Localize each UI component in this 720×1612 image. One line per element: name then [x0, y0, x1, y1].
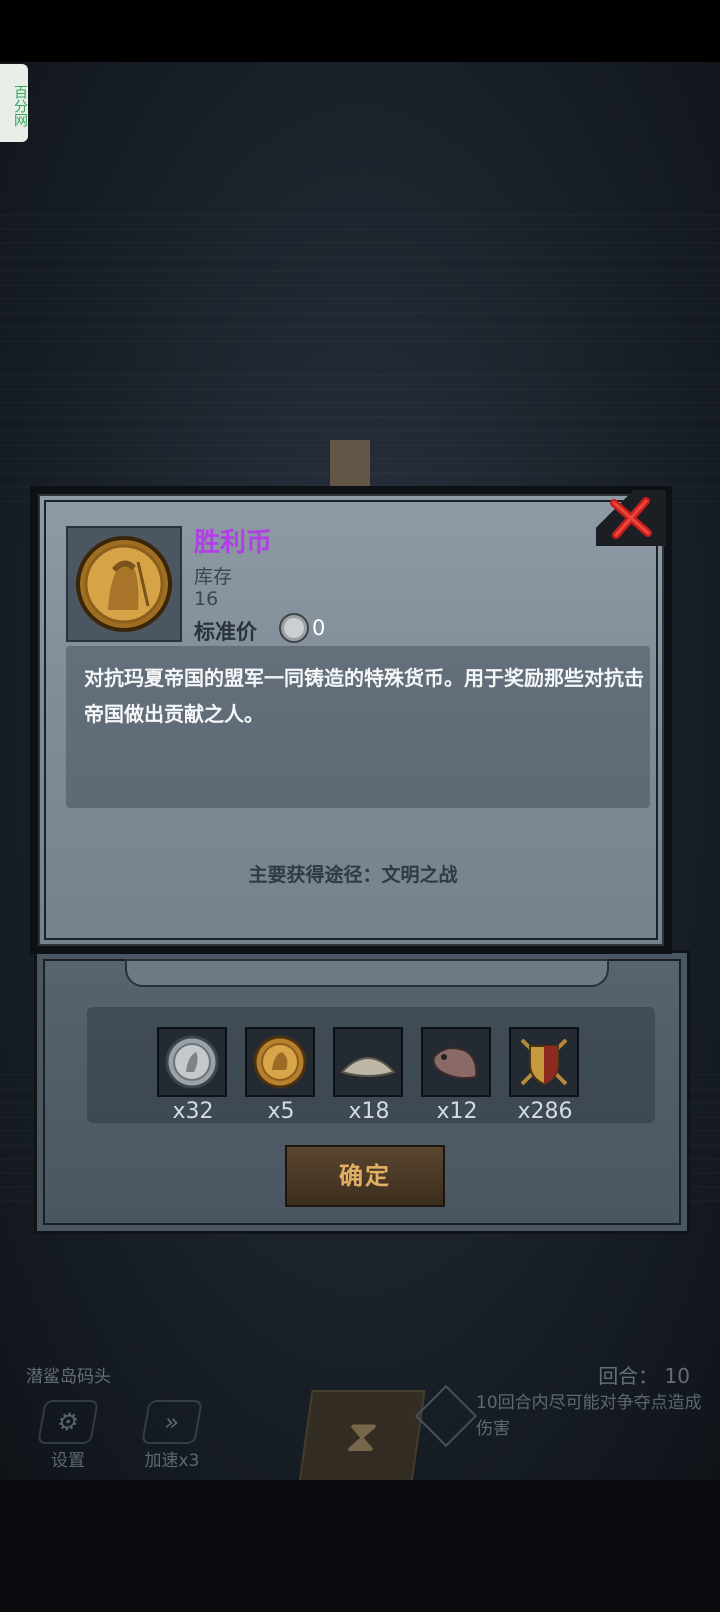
speed-label: 加速x3 — [144, 1451, 200, 1471]
stock-label: 库存 — [194, 566, 233, 588]
reward-panel: x32 x5 x18 x12 x286 确定 — [34, 950, 690, 1234]
dialog-paper: 胜利币 库存 16 标准价 0 对抗玛夏帝国的盟军一同铸造的特殊货币。用于奖励那… — [38, 494, 664, 946]
description-box: 对抗玛夏帝国的盟军一同铸造的特殊货币。用于奖励那些对抗击帝国做出贡献之人。 — [66, 646, 650, 808]
objective-tip: 10回合内尽可能对争夺点造成伤害 — [476, 1393, 702, 1439]
reward-count: x12 — [436, 1099, 478, 1124]
silver-coin-icon — [278, 612, 310, 648]
status-bar-area — [0, 0, 720, 62]
shield-swords-icon — [520, 1038, 568, 1086]
item-description: 对抗玛夏帝国的盟军一同铸造的特殊货币。用于奖励那些对抗击帝国做出贡献之人。 — [84, 666, 644, 726]
settings-label: 设置 — [51, 1451, 85, 1471]
close-icon — [610, 497, 652, 539]
victory-coin-icon — [253, 1035, 307, 1089]
reward-list: x32 x5 x18 x12 x286 — [157, 1027, 581, 1124]
reward-count: x286 — [517, 1099, 573, 1124]
reward-panel-tab — [125, 959, 609, 987]
reward-count: x32 — [172, 1099, 214, 1124]
location-label: 潜鲨岛码头 — [26, 1367, 111, 1387]
hourglass-end-turn-button[interactable]: ⧗ — [298, 1390, 426, 1484]
price-label: 标准价 — [194, 620, 257, 644]
reward-item[interactable]: x5 — [245, 1027, 317, 1124]
reward-count: x18 — [348, 1099, 390, 1124]
fast-forward-icon: » — [141, 1400, 203, 1444]
reward-item[interactable]: x32 — [157, 1027, 229, 1124]
reward-item[interactable]: x18 — [333, 1027, 405, 1124]
scene-flag — [330, 440, 370, 490]
victory-coin-icon — [76, 536, 172, 632]
price-value: 0 — [312, 616, 326, 640]
reward-count: x5 — [267, 1099, 295, 1124]
silver-coin-icon — [165, 1035, 219, 1089]
item-icon-slot — [66, 526, 182, 642]
navigation-bar-area — [0, 1480, 720, 1612]
speed-button[interactable]: » 加速x3 — [132, 1400, 212, 1480]
stock-value: 16 — [194, 588, 219, 610]
acquisition-source: 主要获得途径：文明之战 — [248, 864, 458, 886]
fish-icon — [432, 1047, 478, 1080]
settings-button[interactable]: ⚙ 设置 — [28, 1400, 108, 1480]
item-detail-dialog: 胜利币 库存 16 标准价 0 对抗玛夏帝国的盟军一同铸造的特殊货币。用于奖励那… — [30, 486, 672, 954]
reward-item[interactable]: x12 — [421, 1027, 493, 1124]
gear-icon: ⚙ — [37, 1400, 99, 1444]
flour-icon — [340, 1057, 396, 1077]
bottom-hud: 潜鲨岛码头 回合： 10 ⚙ 设置 » 加速x3 ⧗ 10回合内尽可能对争夺点造… — [0, 1350, 720, 1484]
reward-item[interactable]: x286 — [509, 1027, 581, 1124]
round-counter: 回合： 10 — [598, 1364, 690, 1388]
close-button[interactable] — [596, 490, 666, 546]
item-name: 胜利币 — [194, 528, 273, 558]
confirm-button[interactable]: 确定 — [285, 1145, 445, 1207]
watermark-badge: 百分网 — [0, 64, 28, 142]
